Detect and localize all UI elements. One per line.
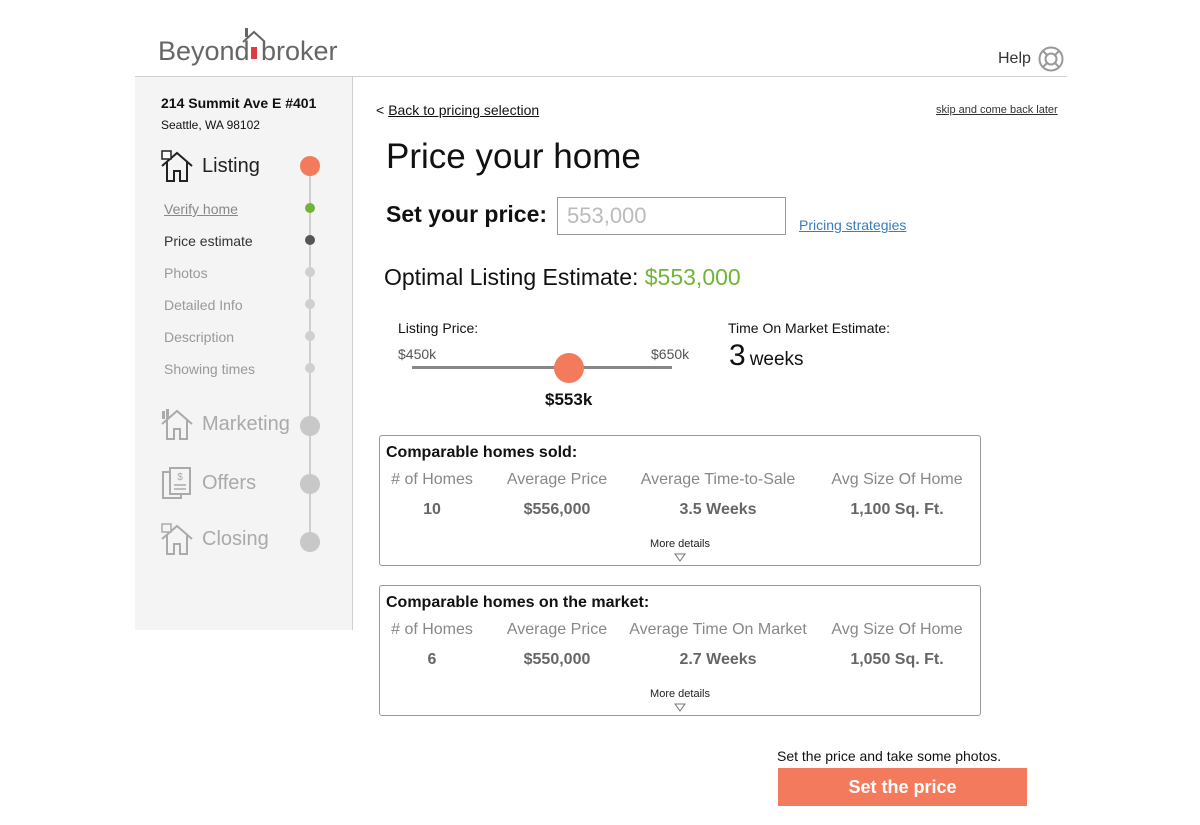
pricing-strategies-link[interactable]: Pricing strategies	[799, 217, 906, 233]
skip-link[interactable]: skip and come back later	[936, 104, 1058, 116]
sidebar-section-closing[interactable]: Closing	[160, 522, 269, 556]
sidebar-item-detailed-info[interactable]: Detailed Info	[164, 297, 243, 313]
sidebar-item-showing-times[interactable]: Showing times	[164, 361, 255, 377]
step-indicator-listing	[300, 156, 320, 176]
back-chevron-icon: <	[376, 102, 385, 118]
column-header: Average Price	[506, 471, 608, 488]
logo-text-broker: broker	[261, 36, 338, 66]
sidebar: 214 Summit Ave E #401 Seattle, WA 98102 …	[135, 77, 353, 630]
back-to-pricing-link[interactable]: < Back to pricing selection	[376, 102, 539, 118]
house-icon	[161, 150, 193, 182]
time-on-market-number: 3	[729, 339, 746, 372]
column-value: 6	[427, 651, 437, 668]
time-on-market-unit: weeks	[749, 349, 804, 370]
price-slider-thumb[interactable]	[554, 353, 584, 383]
more-details-link[interactable]: More details	[650, 538, 710, 550]
help-button[interactable]: Help	[998, 46, 1064, 72]
column-value: 2.7 Weeks	[679, 651, 757, 668]
back-link-label: Back to pricing selection	[388, 102, 540, 118]
time-on-market-label: Time On Market Estimate:	[728, 320, 891, 336]
sidebar-item-description[interactable]: Description	[164, 329, 234, 345]
logo-text-beyond: Beyond	[158, 36, 250, 66]
sidebar-section-label: Marketing	[202, 412, 290, 435]
column-value: 1,050 Sq. Ft.	[850, 651, 944, 668]
comparable-sold-card: Comparable homes sold: # of Homes Averag…	[379, 435, 981, 566]
price-input[interactable]	[557, 197, 786, 235]
sidebar-section-label: Closing	[202, 527, 269, 550]
svg-text:$: $	[177, 472, 183, 483]
address-line-2: Seattle, WA 98102	[161, 118, 260, 132]
help-label: Help	[998, 50, 1031, 67]
column-header: Average Time On Market	[629, 621, 807, 638]
marketing-house-icon	[161, 409, 193, 440]
step-dot-verify-home	[305, 203, 315, 213]
column-header: Avg Size Of Home	[831, 621, 963, 638]
step-dot-description	[305, 331, 315, 341]
documents-dollar-icon: $	[162, 467, 191, 499]
step-indicator-closing	[300, 532, 320, 552]
lifebuoy-icon	[1038, 46, 1064, 72]
card-title: Comparable homes sold:	[386, 444, 578, 461]
comparable-market-card: Comparable homes on the market: # of Hom…	[379, 585, 981, 716]
column-value: $556,000	[523, 501, 591, 518]
sidebar-item-verify-home[interactable]: Verify home	[164, 201, 238, 217]
step-indicator-offers	[300, 474, 320, 494]
column-value: 10	[423, 501, 441, 518]
time-on-market-value: 3 weeks	[729, 339, 804, 373]
step-dot-price-estimate	[305, 235, 315, 245]
column-value: 1,100 Sq. Ft.	[850, 501, 944, 518]
column-header: # of Homes	[391, 471, 473, 488]
more-details-link[interactable]: More details	[650, 688, 710, 700]
triangle-down-icon[interactable]	[674, 553, 686, 562]
sidebar-item-photos[interactable]: Photos	[164, 265, 208, 281]
page-title: Price your home	[386, 137, 641, 176]
column-header: Avg Size Of Home	[831, 471, 963, 488]
sidebar-section-label: Offers	[202, 471, 257, 494]
sidebar-section-listing[interactable]: Listing	[160, 149, 260, 183]
address-line-1: 214 Summit Ave E #401	[161, 95, 317, 111]
triangle-down-icon[interactable]	[674, 703, 686, 712]
closing-house-icon	[161, 523, 193, 555]
step-dot-detailed-info	[305, 299, 315, 309]
sidebar-item-price-estimate[interactable]: Price estimate	[164, 233, 253, 249]
column-value: 3.5 Weeks	[679, 501, 757, 518]
sidebar-section-label: Listing	[202, 154, 260, 177]
optimal-estimate-label: Optimal Listing Estimate:	[384, 264, 639, 290]
column-header: Average Time-to-Sale	[640, 471, 796, 488]
step-dot-photos	[305, 267, 315, 277]
slider-max-label: $650k	[651, 346, 690, 362]
step-dot-showing-times	[305, 363, 315, 373]
sidebar-section-marketing[interactable]: Marketing	[160, 407, 290, 441]
column-header: # of Homes	[391, 621, 473, 638]
optimal-estimate: Optimal Listing Estimate: $553,000	[384, 264, 741, 291]
column-value: $550,000	[523, 651, 591, 668]
set-price-label: Set your price:	[386, 201, 548, 227]
set-price-button[interactable]: Set the price	[778, 768, 1027, 806]
step-indicator-marketing	[300, 416, 320, 436]
footer-note: Set the price and take some photos.	[777, 748, 1002, 764]
sidebar-section-offers[interactable]: $ Offers	[160, 466, 256, 500]
price-slider-track[interactable]	[412, 366, 672, 369]
column-header: Average Price	[506, 621, 608, 638]
card-title: Comparable homes on the market:	[386, 594, 650, 611]
slider-min-label: $450k	[398, 346, 437, 362]
listing-price-label: Listing Price:	[398, 320, 479, 336]
slider-value: $553k	[545, 390, 593, 409]
optimal-estimate-value: $553,000	[644, 264, 741, 290]
